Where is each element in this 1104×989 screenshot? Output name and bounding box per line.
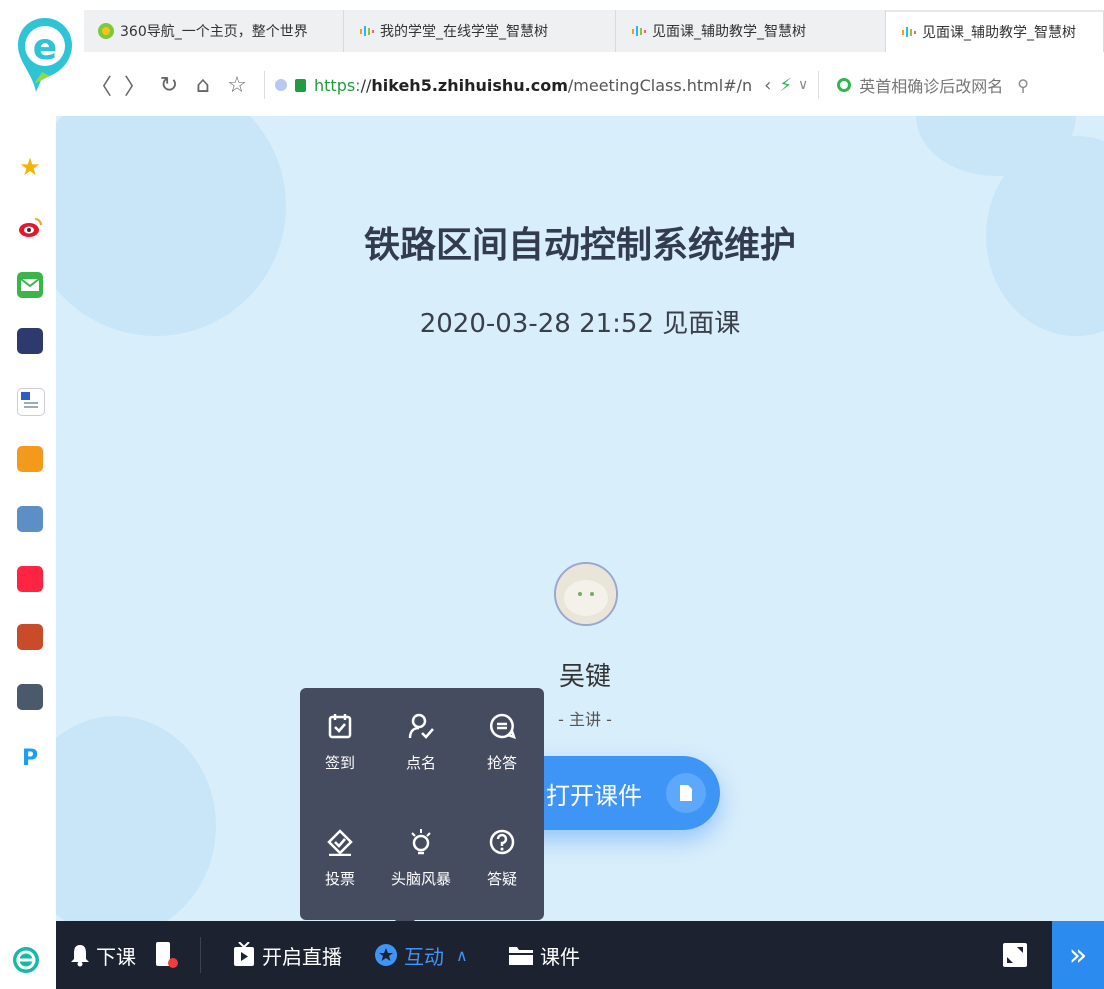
- chevron-up-icon: ∧: [456, 945, 468, 965]
- teacher-name: 吴键: [558, 662, 611, 692]
- end-class-button[interactable]: 下课: [70, 921, 136, 989]
- sidebar-app-logo-icon[interactable]: [12, 946, 40, 974]
- quick-answer-button[interactable]: 抢答: [462, 712, 542, 773]
- tab-meeting-class-1[interactable]: 见面课_辅助教学_智慧树: [616, 10, 886, 52]
- url-field[interactable]: https://hikeh5.zhihuishu.com/meetingClas…: [314, 76, 752, 95]
- forward-icon[interactable]: 〉: [118, 69, 152, 101]
- teacher-role: - 主讲 -: [558, 710, 612, 729]
- divider: [264, 71, 265, 99]
- session-datetime: 2020-03-28 21:52 见面课: [419, 309, 741, 339]
- interact-button[interactable]: 互动 ∧: [374, 921, 468, 989]
- reload-icon[interactable]: ↻: [152, 73, 186, 98]
- word-doc-icon[interactable]: [17, 388, 45, 416]
- speed-mode-icon[interactable]: ⚡: [779, 75, 792, 96]
- tab-title: 我的学堂_在线学堂_智慧树: [380, 24, 548, 40]
- qa-label: 答疑: [486, 870, 517, 888]
- course-title: 铁路区间自动控制系统维护: [363, 225, 796, 266]
- tab-360-nav[interactable]: 360导航_一个主页，整个世界: [84, 10, 344, 52]
- mail-icon[interactable]: [17, 272, 43, 298]
- url-separator: //: [360, 75, 372, 95]
- device-status-button[interactable]: [154, 921, 186, 989]
- file-icon: [666, 773, 706, 813]
- share-icon[interactable]: ‹: [764, 75, 771, 96]
- interaction-menu: 签到 点名 抢答 投票 头脑风暴 答疑: [300, 688, 544, 930]
- svg-text:e: e: [33, 27, 57, 68]
- browser-sidebar: ★ P: [0, 116, 56, 989]
- bookmark-star-icon[interactable]: ☆: [220, 73, 254, 98]
- end-class-label: 下课: [96, 944, 136, 969]
- rollcall-button[interactable]: 点名: [381, 712, 461, 773]
- tab-my-study[interactable]: 我的学堂_在线学堂_智慧树: [344, 10, 616, 52]
- chevron-down-icon[interactable]: ∨: [798, 77, 808, 93]
- news-app-icon[interactable]: [17, 328, 43, 354]
- courseware-label: 课件: [540, 944, 580, 969]
- search-suggestion: 英首相确诊后改网名: [859, 77, 1004, 96]
- brainstorm-label: 头脑风暴: [390, 870, 451, 888]
- fullscreen-icon: [1003, 943, 1027, 967]
- phone-record-icon: [156, 942, 178, 968]
- brainstorm-icon: [411, 829, 431, 855]
- qa-button[interactable]: 答疑: [462, 828, 542, 889]
- folder-icon: [509, 947, 533, 965]
- live-tv-icon: [234, 942, 254, 966]
- rollcall-label: 点名: [405, 754, 436, 772]
- class-toolbar: 下课 开启直播 互动 ∧ 课件 »: [56, 921, 1104, 989]
- brainstorm-button[interactable]: 头脑风暴: [381, 828, 461, 889]
- decor-blob: [56, 716, 216, 921]
- bell-icon: [71, 945, 89, 967]
- search-icon[interactable]: ⚲: [1017, 76, 1029, 95]
- zhihuishu-icon: [630, 23, 646, 39]
- xiaohongshu-icon[interactable]: [17, 566, 43, 592]
- divider: [818, 71, 820, 99]
- fullscreen-button[interactable]: [1002, 921, 1034, 989]
- qa-icon: [489, 829, 515, 855]
- lock-icon: [295, 78, 306, 92]
- address-bar: 〈 〉 ↻ ⌂ ☆ https://hikeh5.zhihuishu.com/m…: [84, 56, 1104, 114]
- meeting-class-page: 铁路区间自动控制系统维护 2020-03-28 21:52 见面课 吴键 - 主…: [56, 116, 1104, 921]
- checkin-label: 签到: [324, 754, 355, 772]
- quick-answer-label: 抢答: [486, 754, 517, 772]
- search-engine-icon[interactable]: [837, 78, 852, 92]
- home-icon[interactable]: ⌂: [186, 73, 220, 98]
- zhihuishu-icon: [358, 23, 374, 39]
- avatar: [554, 562, 618, 626]
- game-app-icon-2[interactable]: [17, 624, 43, 650]
- tab-meeting-class-2[interactable]: 见面课_辅助教学_智慧树: [886, 10, 1104, 52]
- start-live-label: 开启直播: [262, 944, 342, 969]
- url-scheme: https:: [314, 75, 361, 95]
- start-live-button[interactable]: 开启直播: [232, 921, 342, 989]
- vote-button[interactable]: 投票: [300, 828, 380, 889]
- rollcall-icon: [408, 713, 434, 739]
- favorites-star-icon[interactable]: ★: [17, 154, 43, 180]
- tab-title: 见面课_辅助教学_智慧树: [652, 24, 806, 40]
- divider: [200, 921, 201, 989]
- p-app-icon[interactable]: P: [17, 746, 43, 772]
- checkin-button[interactable]: 签到: [300, 712, 380, 773]
- game-app-icon[interactable]: [17, 506, 43, 532]
- tab-title: 见面课_辅助教学_智慧树: [922, 25, 1076, 41]
- vote-icon: [327, 829, 353, 856]
- vote-label: 投票: [324, 870, 355, 888]
- courseware-button[interactable]: 课件: [508, 921, 580, 989]
- interact-label: 互动: [404, 944, 444, 969]
- browser-logo-icon: e: [14, 14, 76, 96]
- url-path: /meetingClass.html#/n: [567, 75, 753, 95]
- search-box[interactable]: 英首相确诊后改网名 ⚲: [837, 73, 1029, 97]
- tab-strip: 360导航_一个主页，整个世界 我的学堂_在线学堂_智慧树 见面课_辅助教学_智…: [84, 10, 1104, 52]
- back-icon[interactable]: 〈: [84, 69, 118, 101]
- expand-panel-button[interactable]: »: [1052, 921, 1104, 989]
- interact-star-icon: [375, 944, 397, 966]
- tab-title: 360导航_一个主页，整个世界: [120, 24, 308, 40]
- checkin-icon: [328, 714, 352, 739]
- quick-answer-icon: [489, 713, 516, 739]
- novel-app-icon[interactable]: [17, 446, 43, 472]
- 360-icon: [98, 23, 114, 39]
- double-chevron-right-icon: »: [1068, 937, 1088, 973]
- site-info-icon[interactable]: [275, 79, 287, 91]
- weibo-icon[interactable]: [17, 214, 43, 240]
- url-domain: hikeh5.zhihuishu.com: [371, 75, 568, 95]
- game-app-icon-3[interactable]: [17, 684, 43, 710]
- open-courseware-label: 打开课件: [546, 781, 642, 810]
- zhihuishu-icon: [900, 24, 916, 40]
